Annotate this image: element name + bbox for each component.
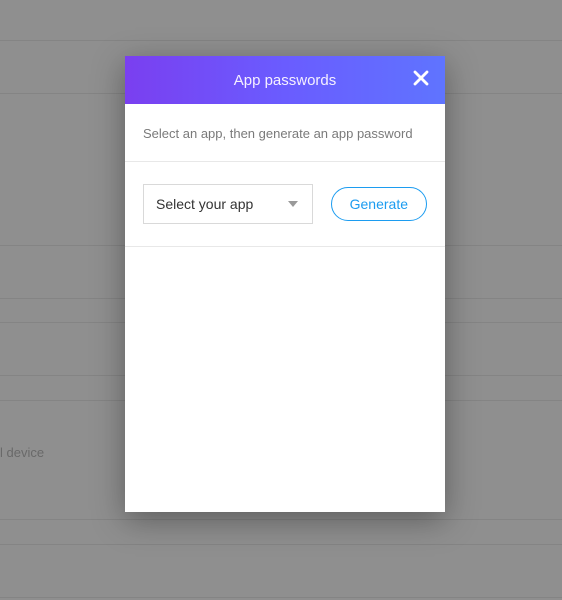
modal-body	[125, 247, 445, 512]
generate-button[interactable]: Generate	[331, 187, 427, 221]
instruction-text: Select an app, then generate an app pass…	[143, 126, 427, 141]
close-button[interactable]	[407, 66, 435, 94]
generate-button-label: Generate	[350, 196, 408, 212]
app-passwords-modal: App passwords Select an app, then genera…	[125, 56, 445, 512]
controls-row: Select your app Generate	[125, 162, 445, 247]
instruction-row: Select an app, then generate an app pass…	[125, 104, 445, 162]
modal-header: App passwords	[125, 56, 445, 104]
app-select-value: Select your app	[156, 196, 253, 212]
modal-title: App passwords	[234, 72, 337, 89]
app-select[interactable]: Select your app	[143, 184, 313, 224]
chevron-down-icon	[288, 201, 298, 207]
close-icon	[413, 70, 429, 91]
